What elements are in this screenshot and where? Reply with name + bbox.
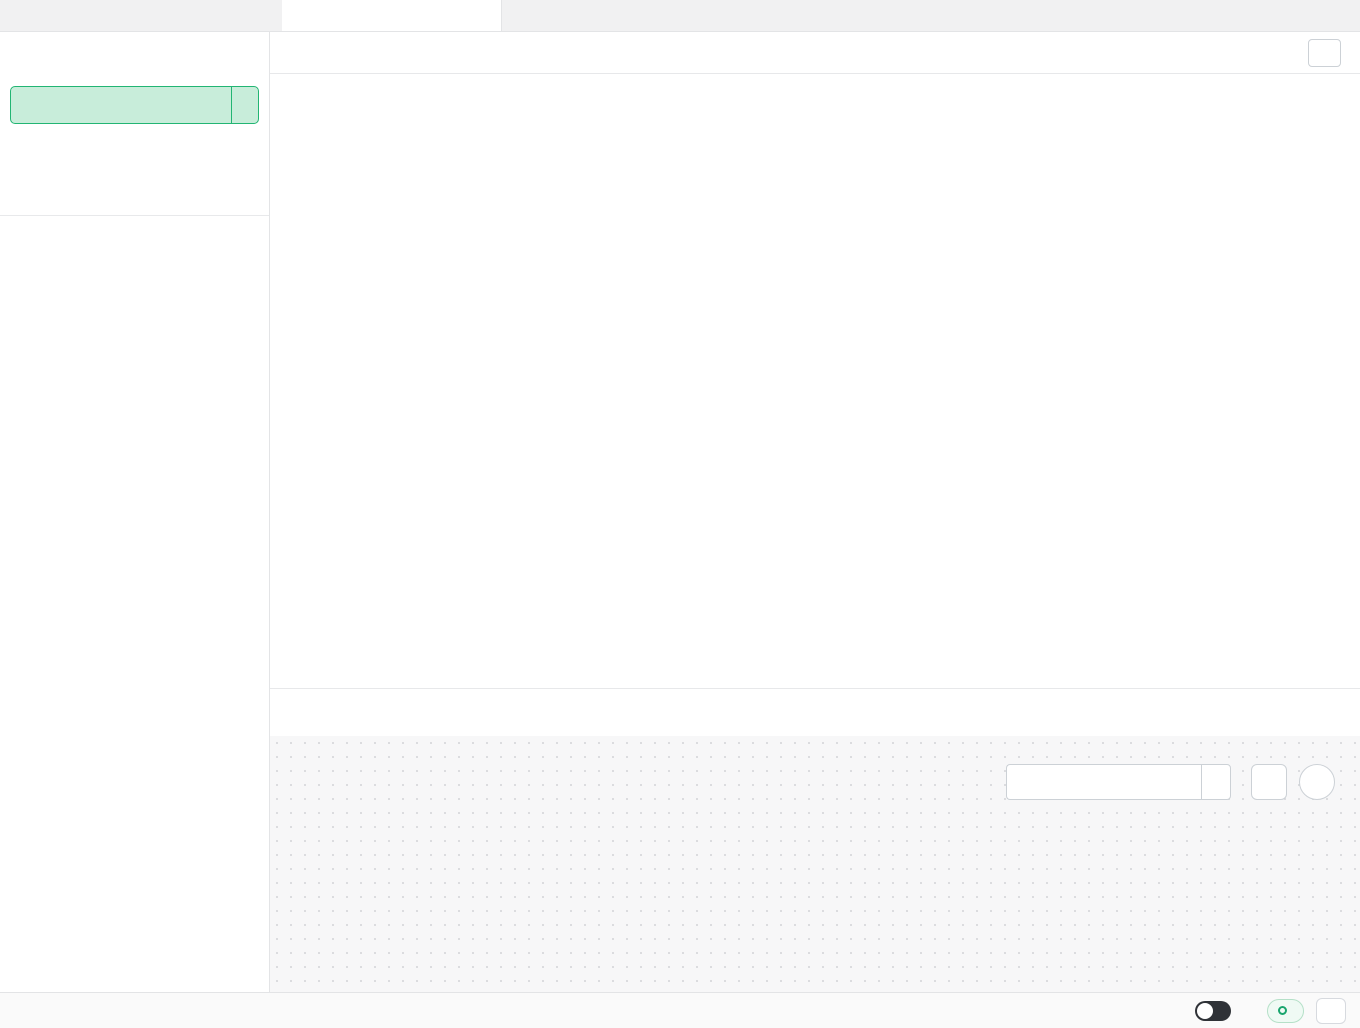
file-explorer-section	[0, 222, 269, 248]
tab-strip	[282, 0, 1360, 31]
branch-area	[0, 0, 282, 31]
defer-toggle[interactable]	[1195, 1001, 1231, 1021]
version-control-section	[0, 32, 269, 216]
topbar	[0, 0, 1360, 32]
editor-tab-customers-sql[interactable]	[282, 0, 502, 31]
status-bar	[0, 992, 1360, 1028]
lineage-panel	[270, 736, 1360, 992]
file-explorer-header[interactable]	[0, 222, 269, 248]
ready-dot-icon	[1278, 1006, 1287, 1015]
breadcrumb-bar	[270, 32, 1360, 74]
editor-toolbar	[270, 688, 1360, 736]
save-button[interactable]	[1308, 39, 1341, 67]
dbt-ide-screen	[0, 0, 1360, 1028]
create-pull-request-button[interactable]	[10, 86, 259, 124]
update-graph-button[interactable]	[1201, 764, 1231, 800]
fullscreen-button[interactable]	[1251, 764, 1287, 800]
pr-options-chevron[interactable]	[231, 87, 258, 123]
lineage-search-input[interactable]	[1006, 764, 1201, 800]
version-control-header[interactable]	[0, 44, 269, 70]
sidebar	[0, 32, 270, 992]
code-editor[interactable]	[270, 74, 1360, 688]
status-bar-right	[1195, 998, 1346, 1024]
code-lines	[270, 74, 1360, 82]
reload-graph-button[interactable]	[1299, 764, 1335, 800]
status-badge	[1267, 999, 1304, 1023]
more-options-button[interactable]	[1316, 998, 1346, 1024]
new-tab-button[interactable]	[1340, 12, 1348, 20]
pr-button-main	[11, 87, 231, 123]
lineage-controls	[1006, 764, 1335, 800]
main-area	[270, 32, 1360, 992]
